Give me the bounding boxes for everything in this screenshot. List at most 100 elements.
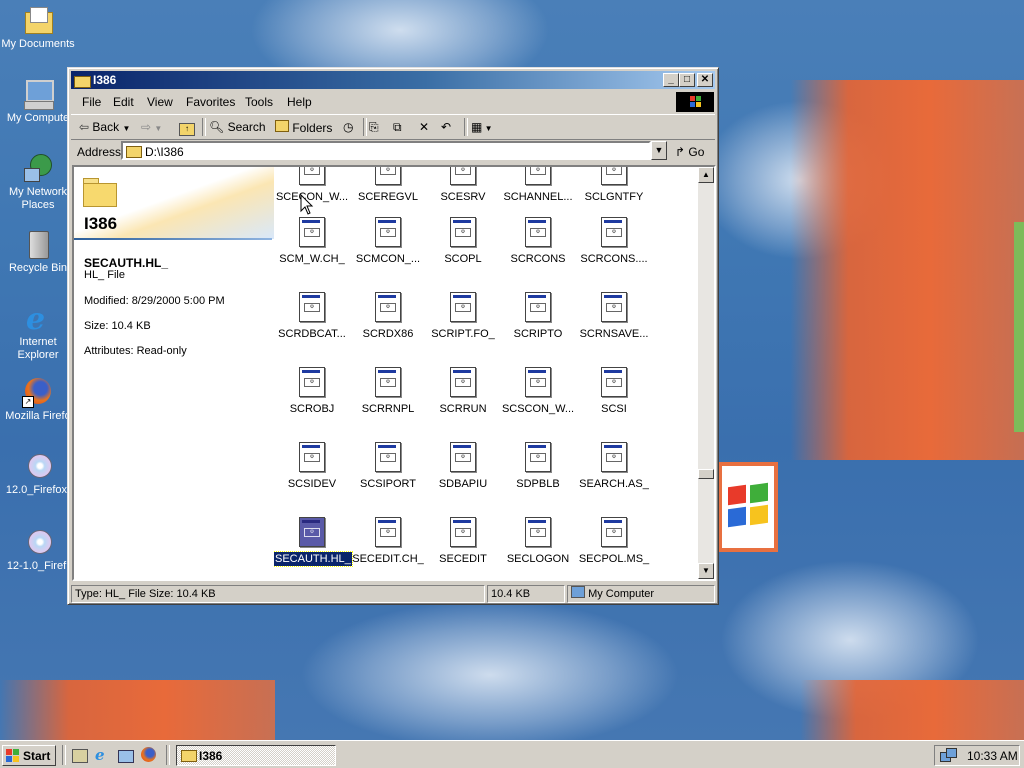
file-item[interactable]: ⚙ SEARCH.AS_ [576,442,652,491]
vertical-scrollbar[interactable]: ▲ ▼ [698,167,714,579]
cd-installer-icon [22,526,54,558]
file-item[interactable]: ⚙ SECPOL.MS_ [576,517,652,566]
info-divider [74,238,272,240]
desktop-icon-recycle-bin[interactable]: Recycle Bin [0,228,76,275]
system-file-icon: ⚙ [375,517,401,547]
desktop-icon-firefox-installer-2[interactable]: 12-1.0_Firef. [0,526,76,573]
minimize-button[interactable]: _ [663,73,679,87]
file-item[interactable]: ⚙ SDPBLB [500,442,576,491]
menu-edit[interactable]: Edit [113,95,134,109]
address-input[interactable]: D:\I386 [121,141,651,160]
file-item[interactable]: ⚙ SCLGNTFY [576,167,652,204]
copy-to-button[interactable]: ⧉ [393,120,402,135]
system-file-icon: ⚙ [525,517,551,547]
desktop-icon-my-documents[interactable]: My Documents [0,4,76,51]
status-text: Type: HL_ File Size: 10.4 KB [71,585,485,603]
up-folder-button[interactable]: ↑ [179,120,195,136]
menu-tools[interactable]: Tools [245,95,273,109]
menu-help[interactable]: Help [287,95,312,109]
title-bar[interactable]: I386 _ □ ✕ [71,71,715,89]
file-item[interactable]: ⚙ SCRRUN [425,367,501,416]
file-name: SCSIPORT [359,478,417,490]
back-dropdown-icon: ▼ [122,124,131,133]
file-item[interactable]: ⚙ SCHANNEL... [500,167,576,204]
network-connection-icon[interactable] [940,748,957,763]
file-name: SECLOGON [506,553,570,565]
address-dropdown-button[interactable]: ▼ [651,141,667,160]
file-item[interactable]: ⚙ SCRRNPL [350,367,426,416]
toolbar-separator [464,118,468,136]
desktop-icon-my-computer[interactable]: My Compute [0,78,76,125]
taskbar-separator [62,745,66,765]
quicklaunch-firefox-icon[interactable] [141,747,157,763]
file-item[interactable]: ⚙ SCM_W.CH_ [274,217,350,266]
file-item[interactable]: ⚙ SCEREGVL [350,167,426,204]
desktop-icon-label: Recycle Bin [8,262,68,274]
maximize-button[interactable]: □ [679,73,695,87]
file-item[interactable]: ⚙ SCSI [576,367,652,416]
undo-button[interactable]: ↶ [441,120,451,134]
file-item[interactable]: ⚙ SCSCON_W... [500,367,576,416]
file-item[interactable]: ⚙ SCRIPT.FO_ [425,292,501,341]
file-item[interactable]: ⚙ SCROBJ [274,367,350,416]
file-item[interactable]: ⚙ SDBAPIU [425,442,501,491]
system-file-icon: ⚙ [375,367,401,397]
file-item[interactable]: ⚙ SECEDIT [425,517,501,566]
file-item[interactable]: ⚙ SCSIDEV [274,442,350,491]
system-file-icon: ⚙ [601,167,627,185]
toolbar-separator [202,118,206,136]
file-item[interactable]: ⚙ SCESRV [425,167,501,204]
desktop-icon-firefox-installer-1[interactable]: 12.0_Firefox. [0,450,76,497]
taskbar-button-i386[interactable]: I386 [176,745,336,766]
forward-button[interactable]: ⇨ ▼ [141,120,162,134]
desktop-icon-internet-explorer[interactable]: e Internet Explorer [0,302,76,362]
scroll-thumb[interactable] [698,469,714,479]
quicklaunch-internet-explorer-icon[interactable]: e [95,747,111,763]
my-computer-icon [22,78,54,110]
file-item[interactable]: ⚙ SCRIPTO [500,292,576,341]
folders-button[interactable]: Folders [275,120,332,135]
search-button[interactable]: 🔍︎ Search [209,120,266,134]
move-to-button[interactable]: ⎘ [369,120,379,135]
file-item[interactable]: ⚙ SCRCONS [500,217,576,266]
web-view-info-pane: I386 SECAUTH.HL_ HL_ File Modified: 8/29… [74,167,274,579]
scroll-up-button[interactable]: ▲ [698,167,714,183]
firefox-icon: ↗ [22,376,54,408]
file-name: SDPBLB [516,478,560,490]
file-item[interactable]: ⚙ SECLOGON [500,517,576,566]
start-button[interactable]: Start [2,745,56,766]
views-button[interactable]: ▦ ▼ [471,120,492,134]
file-name: SECEDIT.CH_ [352,553,424,565]
file-item[interactable]: ⚙ SCRDBCAT... [274,292,350,341]
desktop-icon-network-places[interactable]: My Network Places [0,152,76,212]
file-item[interactable]: ⚙ SCRCONS.... [576,217,652,266]
menu-view[interactable]: View [147,95,173,109]
file-item[interactable]: ⚙ SCOPL [425,217,501,266]
clock[interactable]: 10:33 AM [967,749,1018,763]
file-item[interactable]: ⚙ SCRDX86 [350,292,426,341]
file-item[interactable]: ⚙ SECEDIT.CH_ [350,517,426,566]
menu-file[interactable]: File [82,95,101,109]
folder-icon [181,749,197,762]
file-name: SCRNSAVE... [579,328,649,340]
file-name: SCSCON_W... [501,403,575,415]
file-item[interactable]: ⚙ SCMCON_... [350,217,426,266]
quicklaunch-show-desktop-icon[interactable] [72,747,88,763]
file-item[interactable]: ⚙ SCRNSAVE... [576,292,652,341]
scroll-down-button[interactable]: ▼ [698,563,714,579]
file-name: SCESRV [440,191,486,203]
back-button[interactable]: ⇦ Back ▼ [79,120,130,134]
file-name: SCRIPT.FO_ [431,328,495,340]
history-icon: ◷ [343,120,354,134]
go-button[interactable]: ↱ Go [675,145,704,159]
close-button[interactable]: ✕ [697,73,713,87]
taskbar-separator [166,745,170,765]
quicklaunch-outlook-express-icon[interactable] [118,747,134,763]
delete-button[interactable]: ✕ [419,120,429,134]
file-item[interactable]: ⚙ SECAUTH.HL_ [274,517,353,567]
file-name: SCRDX86 [362,328,414,340]
history-button[interactable]: ◷ [343,120,353,134]
file-item[interactable]: ⚙ SCSIPORT [350,442,426,491]
menu-favorites[interactable]: Favorites [186,95,235,109]
desktop-icon-firefox[interactable]: ↗ Mozilla Firefo [0,376,76,423]
